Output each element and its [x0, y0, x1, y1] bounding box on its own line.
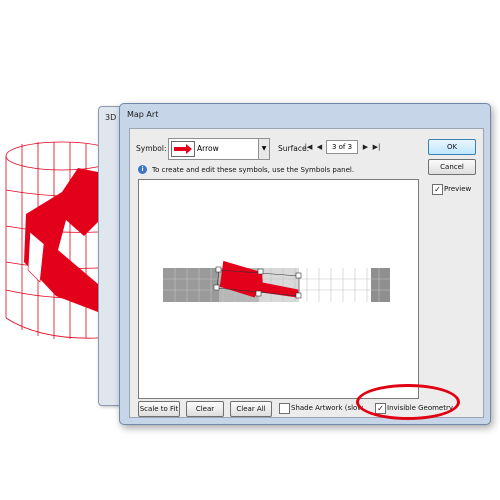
ok-button[interactable]: OK — [428, 139, 476, 155]
preview-checkbox[interactable]: ✓ — [432, 184, 443, 195]
prev-surface-icon[interactable]: ◀ — [315, 141, 324, 153]
map-art-preview-panel[interactable] — [138, 179, 419, 399]
info-text: To create and edit these symbols, use th… — [152, 166, 355, 174]
info-icon: i — [138, 165, 147, 174]
cancel-button[interactable]: Cancel — [428, 159, 476, 175]
chevron-down-icon[interactable]: ▼ — [258, 139, 269, 159]
arrow-symbol-icon — [171, 141, 195, 157]
first-surface-icon[interactable]: |◀ — [304, 141, 313, 153]
next-surface-icon[interactable]: ▶ — [361, 141, 370, 153]
scale-to-fit-button[interactable]: Scale to Fit — [138, 401, 180, 417]
symbol-select[interactable]: Arrow ▼ — [168, 138, 270, 160]
dialog-titlebar[interactable]: Map Art — [120, 104, 490, 126]
symbol-name: Arrow — [197, 144, 219, 153]
surface-map-grid — [163, 268, 390, 302]
map-art-dialog: Map Art Symbol: Arrow ▼ Surface: |◀ ◀ 3 … — [119, 103, 491, 425]
preview-label: Preview — [444, 185, 472, 193]
symbol-label: Symbol: — [136, 144, 167, 153]
shade-artwork-label: Shade Artwork (slower) — [291, 404, 363, 412]
surface-field[interactable]: 3 of 3 — [326, 140, 358, 154]
highlight-ellipse — [356, 384, 460, 420]
dialog-title: Map Art — [127, 110, 159, 119]
clear-all-button[interactable]: Clear All — [230, 401, 272, 417]
shade-artwork-checkbox[interactable] — [279, 403, 290, 414]
last-surface-icon[interactable]: ▶| — [372, 141, 381, 153]
clear-button[interactable]: Clear — [186, 401, 224, 417]
dialog-client-area: Symbol: Arrow ▼ Surface: |◀ ◀ 3 of 3 ▶ ▶… — [129, 128, 484, 418]
